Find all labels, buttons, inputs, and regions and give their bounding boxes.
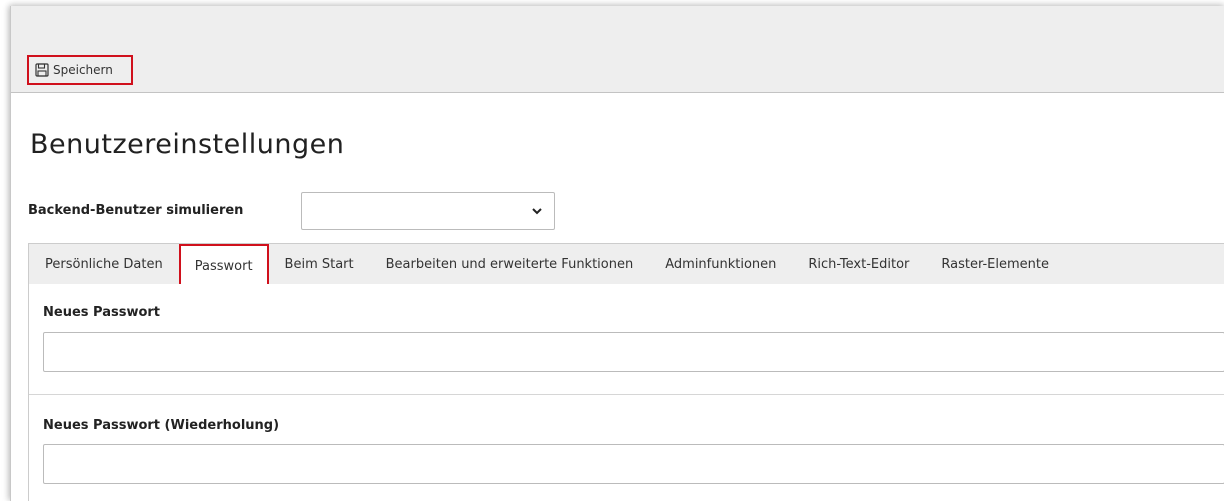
page-title: Benutzereinstellungen <box>30 129 345 160</box>
save-button-label: Speichern <box>53 63 113 77</box>
tab-persoenliche-daten[interactable]: Persönliche Daten <box>29 244 179 284</box>
floppy-disk-icon <box>35 63 49 77</box>
tab-bearbeiten[interactable]: Bearbeiten und erweiterte Funktionen <box>370 244 650 284</box>
module-frame: Speichern Benutzereinstellungen Backend-… <box>10 6 1224 501</box>
save-button[interactable]: Speichern <box>27 55 133 85</box>
simulate-user-select[interactable] <box>301 192 555 230</box>
tab-beim-start[interactable]: Beim Start <box>269 244 370 284</box>
settings-tabs: Persönliche Daten Passwort Beim Start Be… <box>28 243 1224 288</box>
tab-adminfunktionen[interactable]: Adminfunktionen <box>649 244 792 284</box>
tab-rich-text-editor[interactable]: Rich-Text-Editor <box>792 244 925 284</box>
simulate-user-label: Backend-Benutzer simulieren <box>28 203 244 218</box>
field-divider <box>29 394 1224 395</box>
repeat-password-field[interactable] <box>43 444 1224 484</box>
doc-header: Speichern <box>11 6 1224 93</box>
tab-raster-elemente[interactable]: Raster-Elemente <box>925 244 1065 284</box>
tab-passwort[interactable]: Passwort <box>178 244 269 288</box>
repeat-password-label: Neues Passwort (Wiederholung) <box>43 418 280 433</box>
chevron-down-icon <box>530 203 544 217</box>
tab-panel-passwort: Neues Passwort Neues Passwort (Wiederhol… <box>28 284 1224 501</box>
new-password-field[interactable] <box>43 332 1224 372</box>
new-password-label: Neues Passwort <box>43 305 161 320</box>
